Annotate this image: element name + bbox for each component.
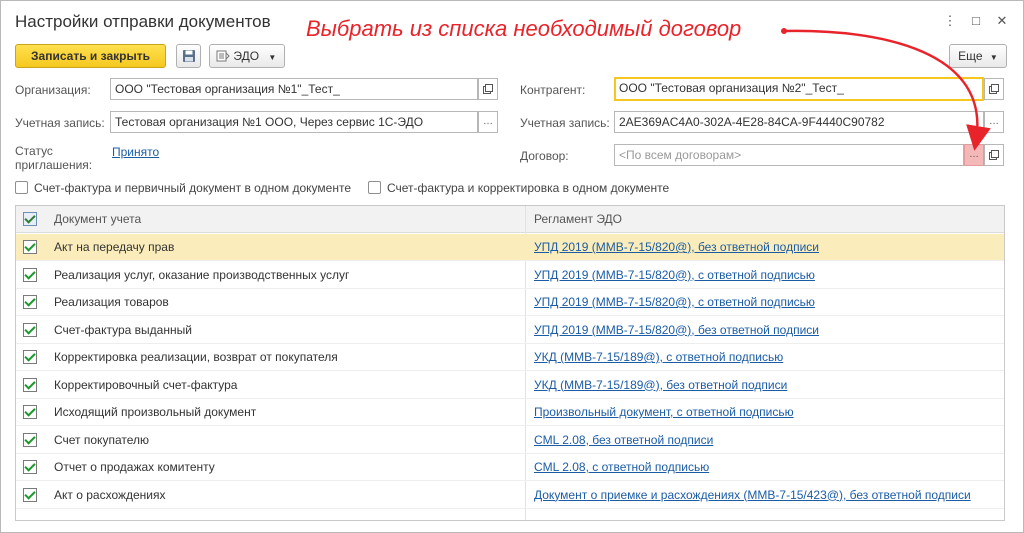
row-checkbox[interactable] [23,295,37,309]
row-regulation-link[interactable]: Документ о приемке и расхождениях (ММВ-7… [534,482,971,509]
counterparty-field[interactable]: ООО "Тестовая организация №2"_Тест_ [614,77,984,101]
row-checkbox[interactable] [23,377,37,392]
invoice-primary-checkbox-label: Счет-фактура и первичный документ в одно… [34,181,351,195]
organization-label: Организация: [15,83,91,97]
row-checkbox[interactable] [23,350,37,364]
row-regulation-link[interactable]: УКД (ММВ-7-15/189@), без ответной подпис… [534,372,787,399]
more-options-icon[interactable]: ⋮ [939,11,961,31]
table-row[interactable]: Акт о расхождениях Документ о приемке и р… [16,482,1004,509]
invitation-status-link[interactable]: Принято [112,145,159,159]
cp-account-label: Учетная запись: [520,116,610,130]
edo-icon [216,50,230,62]
invitation-status-label: Статус приглашения: [15,144,92,172]
select-account-button[interactable]: … [478,111,498,133]
maximize-icon[interactable]: □ [965,11,987,31]
account-field[interactable]: Тестовая организация №1 ООО, Через серви… [110,111,478,133]
counterparty-label: Контрагент: [520,83,586,97]
save-and-close-button[interactable]: Записать и закрыть [15,44,166,68]
row-checkbox[interactable] [23,322,37,337]
select-cp-account-button[interactable]: … [984,111,1004,133]
row-regulation-link[interactable]: УКД (ММВ-7-15/189@), с ответной подписью [534,344,783,371]
row-checkbox[interactable] [23,460,37,474]
select-contract-button[interactable]: … [964,144,984,166]
row-document: Счет покупателю [54,432,149,447]
row-checkbox[interactable] [23,432,37,447]
open-form-icon [989,84,999,94]
open-counterparty-button[interactable] [984,78,1004,100]
row-document: Отчет о продажах комитенту [54,460,215,474]
row-checkbox[interactable] [23,487,37,502]
table-row[interactable]: Счет покупателю CML 2.08, без ответной по… [16,427,1004,454]
contract-placeholder: <По всем договорам> [619,148,742,162]
row-document: Акт о расхождениях [54,487,166,502]
invitation-status-label-line2: приглашения: [15,158,93,172]
account-label: Учетная запись: [15,116,105,130]
invoice-correction-checkbox-label: Счет-фактура и корректировка в одном док… [387,181,670,195]
open-organization-button[interactable] [478,78,498,100]
settings-dialog: Настройки отправки документов Выбрать из… [0,0,1024,533]
table-row[interactable]: Отчет о продажах комитенту CML 2.08, с от… [16,454,1004,481]
close-icon[interactable]: ✕ [991,11,1013,31]
open-form-icon [483,84,493,94]
contract-label: Договор: [520,149,569,163]
more-button-label: Еще [958,49,983,63]
open-form-icon [989,150,999,160]
row-document: Реализация товаров [54,295,169,309]
row-regulation-link[interactable]: УПД 2019 (ММВ-7-15/820@), без ответной п… [534,317,819,344]
row-document: Акт на передачу прав [54,240,175,254]
table-row[interactable]: Счет-фактура выданный УПД 2019 (ММВ-7-15/… [16,317,1004,344]
table-row[interactable]: Реализация товаров УПД 2019 (ММВ-7-15/820… [16,289,1004,316]
open-contract-button[interactable] [984,144,1004,166]
dialog-title: Настройки отправки документов [15,12,271,31]
row-regulation-link[interactable]: CML 2.08, с ответной подписью [534,454,709,481]
documents-table: Документ учета Регламент ЭДО Акт на пере… [15,205,1005,521]
table-row[interactable]: Исходящий произвольный документ Произволь… [16,399,1004,426]
chevron-down-icon: ▼ [989,53,998,62]
row-document: Корректировочный счет-фактура [54,377,238,392]
row-document: Исходящий произвольный документ [54,405,257,419]
row-regulation-link[interactable]: CML 2.08, без ответной подписи [534,427,713,454]
chevron-down-icon: ▼ [268,53,277,62]
contract-field[interactable]: <По всем договорам> [614,144,964,166]
row-regulation-link[interactable]: УПД 2019 (ММВ-7-15/820@), с ответной под… [534,289,815,316]
table-row[interactable]: Акт на передачу прав УПД 2019 (ММВ-7-15/8… [16,234,1004,261]
cp-account-field[interactable]: 2AE369AC4A0-302A-4E28-84CA-9F4440C90782 [614,111,984,133]
column-header-document[interactable]: Документ учета [54,206,141,233]
annotation-text: Выбрать из списка необходимый договор [306,16,742,41]
table-row[interactable]: Реализация услуг, оказание производствен… [16,262,1004,289]
row-checkbox[interactable] [23,240,37,254]
invoice-correction-checkbox[interactable] [368,181,381,194]
organization-field[interactable]: ООО "Тестовая организация №1"_Тест_ [110,78,478,100]
row-regulation-link[interactable]: Произвольный документ, с ответной подпис… [534,399,794,426]
row-document: Корректировка реализации, возврат от пок… [54,350,338,364]
invitation-status-label-line1: Статус [15,144,53,158]
table-row[interactable]: Корректировочный счет-фактура УКД (ММВ-7-… [16,372,1004,399]
row-regulation-link[interactable]: УПД 2019 (ММВ-7-15/820@), с ответной под… [534,262,815,289]
edo-menu-button[interactable]: ЭДО ▼ [209,44,285,68]
row-regulation-link[interactable]: УПД 2019 (ММВ-7-15/820@), без ответной п… [534,234,819,261]
row-document: Реализация услуг, оказание производствен… [54,267,350,282]
floppy-disk-icon [182,50,195,62]
table-header: Документ учета Регламент ЭДО [16,206,1004,233]
invoice-primary-checkbox[interactable] [15,181,28,194]
save-button[interactable] [176,44,201,68]
table-row[interactable]: Корректировка реализации, возврат от пок… [16,344,1004,371]
more-button[interactable]: Еще ▼ [949,44,1007,68]
row-checkbox[interactable] [23,267,37,282]
column-header-regulation[interactable]: Регламент ЭДО [534,206,622,233]
edo-menu-label: ЭДО [233,49,260,63]
row-checkbox[interactable] [23,405,37,419]
row-document: Счет-фактура выданный [54,322,192,337]
select-all-checkbox[interactable] [23,212,37,226]
